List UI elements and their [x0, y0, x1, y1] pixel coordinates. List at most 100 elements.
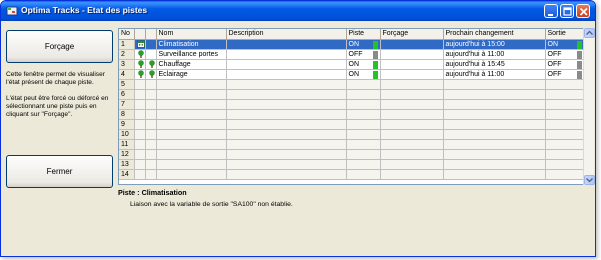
row-nom: Surveillance portes	[156, 49, 227, 60]
row-sortie: OFF	[545, 49, 585, 60]
details-panel: Piste : Climatisation Liaison avec la va…	[117, 185, 595, 256]
table-row-empty[interactable]: 12	[119, 149, 585, 160]
tracks-table: No Nom Description Piste Forçage Prochai…	[119, 29, 585, 180]
row-icon-cell	[134, 39, 146, 50]
row-number: 4	[119, 69, 135, 80]
minimize-button[interactable]	[544, 4, 558, 18]
chevron-down-icon	[586, 178, 593, 183]
table-row[interactable]: 2 Surveillance portes OFF aujourd'hui à …	[119, 49, 585, 60]
row-number: 14	[119, 169, 135, 180]
title-bar[interactable]: Optima Tracks - Etat des pistes	[1, 1, 595, 21]
row-icon-cell	[134, 49, 146, 60]
row-icon-cell	[134, 69, 146, 80]
tree-icon	[137, 59, 144, 68]
table-row-empty[interactable]: 5	[119, 79, 585, 90]
header-row: No Nom Description Piste Forçage Prochai…	[119, 29, 585, 40]
row-piste: ON	[346, 59, 381, 70]
row-icon-cell	[134, 59, 146, 70]
sortie-value: OFF	[547, 60, 562, 68]
table-row-empty[interactable]: 6	[119, 89, 585, 100]
row-prochain: aujourd'hui à 11:00	[443, 49, 546, 60]
column-header-forcage[interactable]: Forçage	[380, 29, 444, 40]
table-row-empty[interactable]: 10	[119, 129, 585, 140]
status-indicator	[372, 60, 378, 68]
status-indicator	[372, 70, 378, 78]
row-number: 6	[119, 89, 135, 100]
table-row-empty[interactable]: 7	[119, 99, 585, 110]
column-header-no[interactable]: No	[119, 29, 135, 40]
table-row-empty[interactable]: 11	[119, 139, 585, 150]
status-indicator	[576, 60, 582, 68]
table-row[interactable]: 1 Climatisation ON aujourd'hui à 15:00 O…	[119, 39, 585, 50]
row-forcage	[380, 39, 444, 50]
sortie-value: ON	[547, 40, 559, 48]
row-number: 9	[119, 119, 135, 130]
row-prochain: aujourd'hui à 15:45	[443, 59, 546, 70]
tracks-grid[interactable]: No Nom Description Piste Forçage Prochai…	[118, 28, 594, 185]
window-title: Optima Tracks - Etat des pistes	[21, 5, 148, 15]
row-icon-cell	[145, 69, 157, 80]
row-forcage	[380, 69, 444, 80]
table-row-empty[interactable]: 14	[119, 169, 585, 180]
scroll-up-button[interactable]	[584, 28, 595, 38]
piste-value: ON	[348, 40, 360, 48]
piste-value: OFF	[348, 50, 363, 58]
row-piste: ON	[346, 39, 381, 50]
row-icon-cell	[145, 49, 157, 60]
sortie-value: OFF	[547, 70, 562, 78]
piste-value: ON	[348, 70, 360, 78]
row-piste: OFF	[346, 49, 381, 60]
column-header-icon-1[interactable]	[134, 29, 146, 40]
column-header-description[interactable]: Description	[226, 29, 347, 40]
column-header-icon-2[interactable]	[145, 29, 157, 40]
sortie-value: OFF	[547, 50, 562, 58]
app-icon	[6, 6, 18, 16]
maximize-button[interactable]	[560, 4, 574, 18]
calendar-icon	[136, 40, 144, 48]
row-nom: Climatisation	[156, 39, 227, 50]
row-sortie: OFF	[545, 59, 585, 70]
column-header-sortie[interactable]: Sortie	[545, 29, 585, 40]
row-forcage	[380, 49, 444, 60]
close-button[interactable]: Fermer	[6, 155, 113, 188]
row-description	[226, 49, 347, 60]
column-header-piste[interactable]: Piste	[346, 29, 381, 40]
tree-icon	[137, 69, 144, 78]
row-number: 11	[119, 139, 135, 150]
minimize-icon	[548, 14, 553, 16]
column-header-prochain-changement[interactable]: Prochain changement	[443, 29, 546, 40]
row-sortie: OFF	[545, 69, 585, 80]
table-row-empty[interactable]: 9	[119, 119, 585, 130]
close-window-button[interactable]	[576, 4, 590, 18]
table-row[interactable]: 4 Eclairage ON aujourd'hui à 11:00 OFF	[119, 69, 585, 80]
table-row-empty[interactable]: 8	[119, 109, 585, 120]
tree-icon	[137, 49, 144, 58]
row-prochain: aujourd'hui à 15:00	[443, 39, 546, 50]
vertical-scrollbar[interactable]	[583, 28, 595, 185]
status-indicator	[372, 50, 378, 58]
row-forcage	[380, 59, 444, 70]
maximize-icon	[563, 7, 572, 16]
row-number: 13	[119, 159, 135, 170]
details-text: Liaison avec la variable de sortie "SA10…	[130, 201, 293, 208]
row-number: 12	[119, 149, 135, 160]
force-button[interactable]: Forçage	[6, 30, 113, 63]
status-indicator	[576, 40, 582, 48]
main-window: Optima Tracks - Etat des pistes Forçage …	[0, 0, 596, 257]
close-icon	[579, 7, 588, 16]
status-indicator	[372, 40, 378, 48]
row-number: 2	[119, 49, 135, 60]
scroll-down-button[interactable]	[584, 175, 595, 185]
column-header-nom[interactable]: Nom	[156, 29, 227, 40]
table-row-empty[interactable]: 13	[119, 159, 585, 170]
status-indicator	[576, 50, 582, 58]
row-number: 10	[119, 129, 135, 140]
row-description	[226, 39, 347, 50]
sidebar: Forçage Cette fenêtre permet de visualis…	[1, 22, 117, 188]
row-number: 3	[119, 59, 135, 70]
row-description	[226, 59, 347, 70]
row-icon-cell	[145, 39, 157, 50]
row-nom: Chauffage	[156, 59, 227, 70]
table-row[interactable]: 3 Chauffage ON aujourd'hui à 15:45 OFF	[119, 59, 585, 70]
row-number: 5	[119, 79, 135, 90]
